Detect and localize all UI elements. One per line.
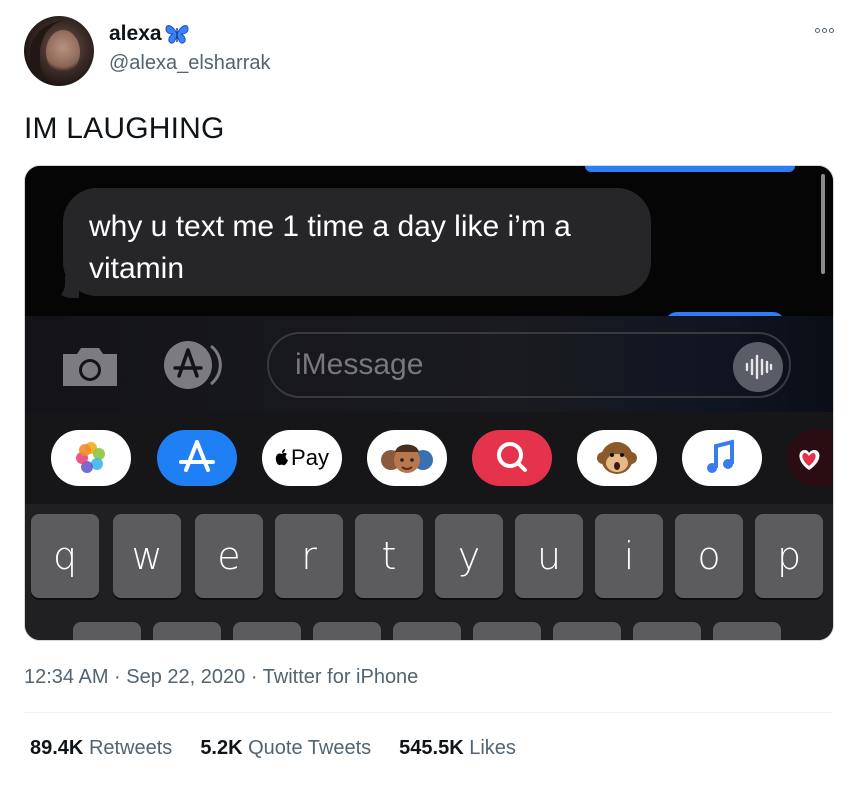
key-p: p (755, 514, 823, 598)
quote-tweets-stat[interactable]: 5.2K Quote Tweets (200, 737, 371, 760)
key-second-row (633, 622, 701, 640)
likes-count: 545.5K (399, 737, 464, 759)
author-avatar[interactable] (24, 16, 94, 86)
key-second-row (313, 622, 381, 640)
dot-icon (815, 28, 820, 33)
quote-tweets-label: Quote Tweets (248, 737, 372, 759)
key-q: q (31, 514, 99, 598)
author-display-name[interactable]: alexa (109, 22, 190, 46)
key-u: u (515, 514, 583, 598)
app-store-a-icon (179, 440, 215, 472)
avatar-face (46, 30, 80, 74)
waveform-icon (745, 354, 773, 380)
animoji-app-icon (577, 430, 657, 486)
likes-stat[interactable]: 545.5K Likes (399, 737, 516, 760)
photos-app-icon (51, 430, 131, 486)
likes-label: Likes (469, 737, 516, 759)
memoji-app-icon (367, 430, 447, 486)
app-store-icon (164, 341, 222, 389)
key-second-row (713, 622, 781, 640)
dot-icon (829, 28, 834, 33)
key-second-row (73, 622, 141, 640)
author-handle[interactable]: @alexa_elsharrak (109, 52, 271, 75)
apple-logo-icon (275, 449, 289, 466)
quote-tweets-count: 5.2K (200, 737, 243, 759)
retweets-label: Retweets (88, 737, 173, 759)
key-t: t (355, 514, 423, 598)
tweet-stats: 89.4K Retweets 5.2K Quote Tweets 545.5K … (30, 737, 516, 760)
key-i: i (595, 514, 663, 598)
retweets-stat[interactable]: 89.4K Retweets (30, 737, 172, 760)
key-second-row (473, 622, 541, 640)
chat-area: why u text me 1 time a day like i’m a vi… (25, 166, 833, 324)
divider (24, 712, 832, 713)
tweet-timestamp[interactable]: 12:34 AM · Sep 22, 2020 · Twitter for iP… (24, 666, 418, 689)
key-y: y (435, 514, 503, 598)
key-r: r (275, 514, 343, 598)
memoji-faces-icon (381, 444, 433, 473)
dot-icon (822, 28, 827, 33)
audio-message-button (733, 342, 783, 392)
more-options-button[interactable] (815, 28, 834, 33)
display-name-text: alexa (109, 22, 162, 45)
key-o: o (675, 514, 743, 598)
scrollbar (821, 174, 825, 274)
apple-pay-app-icon: Pay (262, 430, 342, 486)
imessage-input: iMessage (267, 332, 791, 398)
apple-pay-label: Pay (291, 445, 329, 470)
butterfly-icon (165, 25, 189, 44)
monkey-face-icon (597, 442, 637, 474)
tweet-media-image[interactable]: why u text me 1 time a day like i’m a vi… (24, 165, 834, 641)
key-second-row (153, 622, 221, 640)
app-store-app-icon (157, 430, 237, 486)
magnifier-icon (497, 442, 527, 472)
search-images-app-icon (472, 430, 552, 486)
key-second-row (233, 622, 301, 640)
key-w: w (113, 514, 181, 598)
tweet-text: IM LAUGHING (24, 112, 225, 145)
music-note-icon (707, 439, 734, 473)
received-message-bubble: why u text me 1 time a day like i’m a vi… (63, 188, 651, 296)
key-second-row (553, 622, 621, 640)
camera-icon (63, 348, 117, 386)
retweets-count: 89.4K (30, 737, 84, 759)
key-second-row (393, 622, 461, 640)
sent-bubble-edge (585, 166, 795, 172)
photos-flower-icon (76, 442, 105, 473)
music-app-icon (682, 430, 762, 486)
key-e: e (195, 514, 263, 598)
digital-touch-app-icon (787, 430, 833, 486)
heart-icon (799, 450, 820, 470)
